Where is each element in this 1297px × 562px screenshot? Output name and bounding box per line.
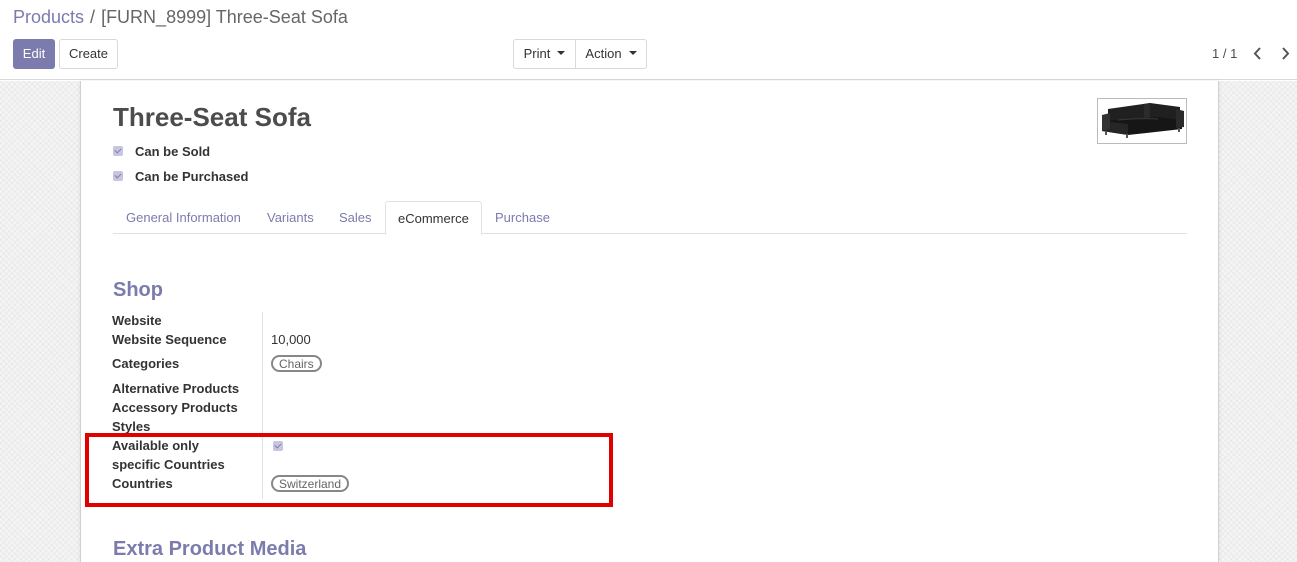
website-label: Website	[112, 313, 162, 328]
can-be-purchased-row: Can be Purchased	[113, 167, 248, 185]
website-sequence-label: Website Sequence	[112, 332, 227, 347]
category-tag-chairs[interactable]: Chairs	[271, 355, 322, 372]
highlight-annotation-box	[85, 433, 613, 507]
categories-label: Categories	[112, 356, 180, 371]
can-be-sold-label: Can be Sold	[135, 143, 211, 159]
control-panel: Products / [FURN_8999] Three-Seat Sofa Edi…	[0, 0, 1297, 80]
form-tabs: General Information Variants Sales eComm…	[113, 201, 1187, 235]
can-be-sold-checkbox[interactable]	[113, 146, 123, 156]
extra-product-media-title: Extra Product Media	[113, 538, 307, 560]
action-button[interactable]: Action	[575, 39, 647, 69]
action-button-label: Action	[585, 46, 622, 61]
create-button[interactable]: Create	[59, 39, 118, 69]
create-button-label: Create	[68, 46, 109, 61]
caret-down-icon	[628, 50, 637, 55]
breadcrumb-current: [FURN_8999] Three-Seat Sofa	[101, 7, 348, 27]
breadcrumb: Products / [FURN_8999] Three-Seat Sofa	[13, 7, 348, 27]
edit-button-label: Edit	[22, 46, 46, 61]
can-be-sold-row: Can be Sold	[113, 142, 210, 160]
tab-variants[interactable]: Variants	[267, 201, 314, 234]
accessory-products-label: Accessory Products	[112, 400, 238, 415]
shop-section-title: Shop	[113, 279, 163, 301]
caret-down-icon	[557, 50, 566, 55]
alternative-products-label: Alternative Products	[112, 381, 240, 396]
breadcrumb-separator: /	[90, 7, 96, 27]
edit-button[interactable]: Edit	[13, 39, 55, 69]
print-button[interactable]: Print	[513, 39, 576, 69]
product-image[interactable]	[1097, 98, 1187, 144]
product-name: Three-Seat Sofa	[113, 102, 311, 132]
tab-sales[interactable]: Sales	[339, 201, 372, 234]
tab-general-information[interactable]: General Information	[126, 201, 241, 234]
can-be-purchased-checkbox[interactable]	[113, 171, 123, 181]
website-sequence-value: 10,000	[271, 332, 311, 347]
chevron-left-icon[interactable]	[1251, 44, 1265, 64]
tab-purchase[interactable]: Purchase	[495, 201, 550, 234]
tab-ecommerce[interactable]: eCommerce	[385, 201, 482, 235]
can-be-purchased-label: Can be Purchased	[135, 168, 249, 184]
chevron-right-icon[interactable]	[1278, 44, 1292, 64]
print-button-label: Print	[523, 46, 551, 61]
breadcrumb-products-link[interactable]: Products	[13, 7, 84, 27]
sofa-image	[1098, 99, 1186, 143]
pager-value[interactable]: 1 / 1	[1212, 46, 1237, 61]
